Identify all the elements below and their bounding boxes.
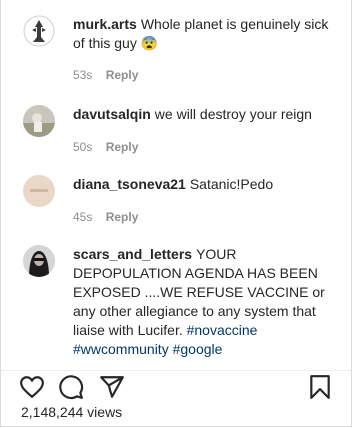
comment-item: davutsalqin we will destroy your reign 50… [23,105,343,165]
paper-plane-icon[interactable] [99,374,125,400]
reply-button[interactable]: Reply [106,210,139,224]
comment-username[interactable]: scars_and_letters [73,246,192,262]
bookmark-icon[interactable] [307,374,333,400]
views-count: 2,148,244 views [21,404,123,420]
avatar[interactable] [23,15,55,47]
comment-time[interactable]: 50s [73,140,92,154]
comment-item: scars_and_letters YOUR DEPOPULATION AGEND… [23,245,343,360]
avatar[interactable] [23,245,55,277]
reply-button[interactable]: Reply [106,140,139,154]
comment-username[interactable]: murk.arts [73,16,137,32]
comment-time[interactable]: 53s [73,68,92,82]
comment-username[interactable]: davutsalqin [73,106,151,122]
comment-text: diana_tsoneva21 Satanic!Pedo [73,175,343,194]
comment-text: davutsalqin we will destroy your reign [73,105,343,124]
comment-body: we will destroy your reign [154,106,312,122]
divider [1,370,351,371]
emoji: 😨 [140,35,159,51]
comment-meta: 53s Reply [73,68,138,82]
comment-text: murk.arts Whole planet is genuinely sick … [73,15,343,53]
comment-item: murk.arts Whole planet is genuinely sick … [23,15,343,85]
hashtag-link[interactable]: #wwcommunity [73,341,169,357]
comment-text: scars_and_letters YOUR DEPOPULATION AGEND… [73,245,343,359]
hashtag-link[interactable]: #novaccine [187,322,258,338]
comment-item: diana_tsoneva21 Satanic!Pedo 45s Reply [23,175,343,235]
comment-bubble-icon[interactable] [58,374,84,400]
reply-button[interactable]: Reply [106,68,139,82]
heart-icon[interactable] [19,374,45,400]
avatar[interactable] [23,175,55,207]
comment-meta: 45s Reply [73,210,138,224]
avatar[interactable] [23,105,55,137]
comments-panel: murk.arts Whole planet is genuinely sick … [0,0,352,427]
comment-username[interactable]: diana_tsoneva21 [73,176,186,192]
comment-time[interactable]: 45s [73,210,92,224]
action-bar [1,372,351,402]
hashtag-link[interactable]: #google [173,341,223,357]
comment-body: Satanic!Pedo [189,176,274,192]
comment-meta: 50s Reply [73,140,138,154]
